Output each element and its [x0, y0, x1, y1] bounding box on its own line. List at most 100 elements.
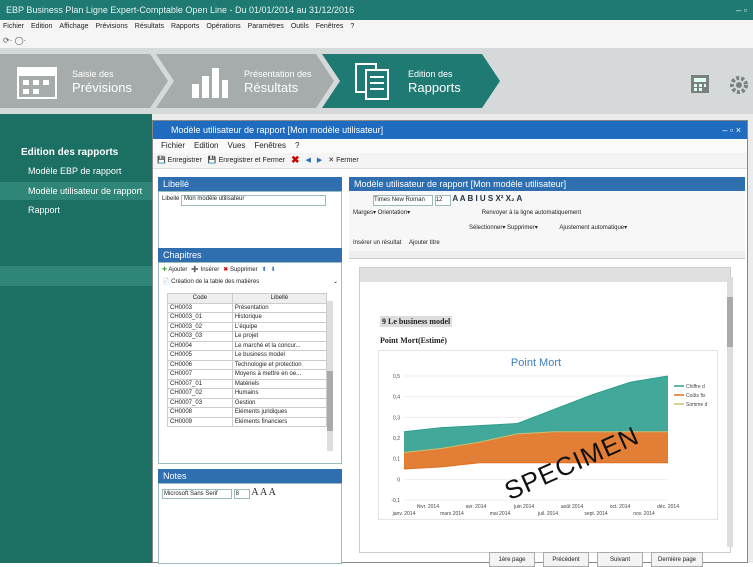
chapter-code: CH0003: [167, 302, 233, 313]
x-tick-label-top: févr. 2014: [417, 504, 439, 510]
editor-scrollbar[interactable]: [727, 277, 733, 547]
documents-icon: [355, 63, 389, 100]
y-tick-label: 0,4: [393, 395, 400, 401]
select-button[interactable]: Sélectionner: [469, 225, 502, 231]
add-chapter-button[interactable]: ✚ Ajouter: [162, 266, 187, 273]
menu-item-3[interactable]: Prévisions: [95, 20, 127, 34]
notes-format-buttons[interactable]: A A A: [251, 487, 275, 498]
editor-format-buttons[interactable]: A A B I U S X² X₂ A: [452, 194, 522, 203]
x-tick-label-top: oct. 2014: [610, 504, 631, 510]
table-row[interactable]: CH0007_02 Humains: [167, 388, 328, 399]
dialog-window-controls[interactable]: – ▫ ×: [723, 121, 741, 139]
delete-button[interactable]: Supprimer: [507, 225, 535, 231]
chapter-code: CH0003_03: [167, 331, 233, 342]
dialog-menu-item-2[interactable]: Vues: [227, 139, 245, 153]
x-tick-label-bottom: nov. 2014: [633, 511, 655, 517]
insert-chapter-button[interactable]: ➕ Insérer: [191, 266, 219, 273]
move-up-icon[interactable]: ⬆: [262, 266, 267, 273]
chapter-code: CH0004: [167, 340, 233, 351]
table-row[interactable]: CH0003_02 L'équipe: [167, 321, 328, 332]
next-icon[interactable]: ▶: [317, 153, 322, 168]
next-button[interactable]: Suivant: [597, 552, 643, 567]
table-row[interactable]: CH0006 Technologie et protection: [167, 359, 328, 370]
libelle-input[interactable]: Mon modèle utilisateur: [181, 195, 327, 206]
sidebar-item-rapport[interactable]: Rapport: [28, 205, 60, 215]
add-title-button[interactable]: Ajouter titre: [409, 240, 440, 246]
delete-chapter-button[interactable]: ✖ Supprimer: [223, 266, 257, 273]
window-controls[interactable]: – ▫: [736, 0, 747, 20]
autofit-button[interactable]: Ajustement automatique: [559, 225, 624, 231]
step-presentation-resultats[interactable]: Présentation des Résultats: [172, 54, 332, 108]
table-row[interactable]: CH0003_03 Le projet: [167, 331, 328, 342]
quick-access-bar[interactable]: ⟳· ◯·: [0, 34, 753, 48]
margins-button[interactable]: Marges: [353, 210, 373, 216]
previous-button[interactable]: Précédent: [543, 552, 589, 567]
dialog-menu-item-4[interactable]: ?: [295, 139, 299, 153]
last-page-button[interactable]: Dernière page: [651, 552, 703, 567]
delete-icon[interactable]: ✖: [291, 153, 299, 168]
x-tick-label-bottom: mai 2014: [490, 511, 511, 517]
chapter-label: Le business model: [231, 350, 328, 361]
menu-item-0[interactable]: Fichier: [3, 20, 24, 34]
menu-item-8[interactable]: Outils: [291, 20, 309, 34]
menu-item-6[interactable]: Opérations: [206, 20, 240, 34]
sidebar-selection: [0, 266, 152, 286]
first-page-button[interactable]: 1ère page: [489, 552, 535, 567]
gear-icon[interactable]: [728, 74, 750, 96]
menu-item-2[interactable]: Affichage: [59, 20, 88, 34]
menu-item-10[interactable]: ?: [350, 20, 354, 34]
sidebar-item-modele-ebp[interactable]: Modèle EBP de rapport: [28, 166, 121, 176]
chapter-code: CH0003_02: [167, 321, 233, 332]
chapter-label: Humains: [231, 388, 328, 399]
step-edition-rapports[interactable]: Edition des Rapports: [336, 54, 496, 108]
table-row[interactable]: CH0005 Le business model: [167, 350, 328, 361]
dialog-menu-item-1[interactable]: Edition: [194, 139, 218, 153]
sidebar-item-modele-utilisateur[interactable]: Modèle utilisateur de rapport: [0, 182, 152, 200]
chapter-label: Présentation: [231, 302, 328, 313]
calendar-icon: [17, 67, 57, 99]
table-row[interactable]: CH0007_01 Matériels: [167, 378, 328, 389]
step-saisie-previsions[interactable]: Saisie des Prévisions: [0, 54, 160, 108]
chapter-code: CH0009: [167, 416, 233, 427]
x-tick-label-bottom: sept. 2014: [584, 511, 608, 517]
menu-item-7[interactable]: Paramètres: [248, 20, 284, 34]
table-row[interactable]: CH0007_03 Gestion: [167, 397, 328, 408]
table-row[interactable]: CH0007 Moyens à mettre en oe...: [167, 369, 328, 380]
menu-item-4[interactable]: Résultats: [135, 20, 164, 34]
app-title: EBP Business Plan Ligne Expert-Comptable…: [6, 5, 355, 15]
dialog-menu-item-3[interactable]: Fenêtres: [254, 139, 286, 153]
save-close-button[interactable]: 💾 Enregistrer et Fermer: [208, 153, 285, 168]
y-tick-label: 0,1: [393, 457, 400, 463]
table-row[interactable]: CH0003_01 Historique: [167, 312, 328, 323]
wrap-text-button[interactable]: Renvoyer à la ligne automatiquement: [482, 210, 581, 216]
menu-item-1[interactable]: Edition: [31, 20, 52, 34]
chapter-code: CH0007_02: [167, 388, 233, 399]
toc-dropdown[interactable]: 📄 Création de la table des matières ⌄: [159, 276, 341, 287]
notes-size-select[interactable]: 8: [233, 489, 250, 499]
table-row[interactable]: CH0009 Eléments financiers: [167, 416, 328, 427]
table-row[interactable]: CH0003 Présentation: [167, 302, 328, 313]
prev-icon[interactable]: ◀: [306, 153, 311, 168]
editor-size-select[interactable]: 12: [434, 195, 451, 206]
dialog-menu-item-0[interactable]: Fichier: [161, 139, 185, 153]
chapter-label: Le marché et la concur...: [231, 340, 328, 351]
menu-item-9[interactable]: Fenêtres: [316, 20, 344, 34]
y-tick-label: 0,5: [393, 374, 400, 380]
chapter-label: Le projet: [231, 331, 328, 342]
chapters-scrollbar[interactable]: [327, 301, 333, 451]
calculator-icon[interactable]: [690, 74, 710, 94]
close-button[interactable]: ✕ Fermer: [328, 153, 358, 168]
menu-item-5[interactable]: Rapports: [171, 20, 199, 34]
orientation-button[interactable]: Orientation: [378, 210, 407, 216]
table-row[interactable]: CH0004 Le marché et la concur...: [167, 340, 328, 351]
move-down-icon[interactable]: ⬇: [271, 266, 276, 273]
table-row[interactable]: CH0008 Eléments juridiques: [167, 407, 328, 418]
document-page[interactable]: 9 Le business model Point Mort(Estimé) P…: [359, 267, 731, 553]
save-button[interactable]: 💾 Enregistrer: [157, 153, 202, 168]
x-tick-label-bottom: juil. 2014: [537, 511, 558, 517]
chapter-code: CH0007_01: [167, 378, 233, 389]
editor-font-select[interactable]: Times New Roman: [373, 195, 433, 206]
insert-result-button[interactable]: Insérer un résultat: [353, 240, 401, 246]
legend-label: Coûts fix: [686, 393, 706, 399]
notes-font-select[interactable]: Microsoft Sans Serif: [162, 489, 232, 499]
